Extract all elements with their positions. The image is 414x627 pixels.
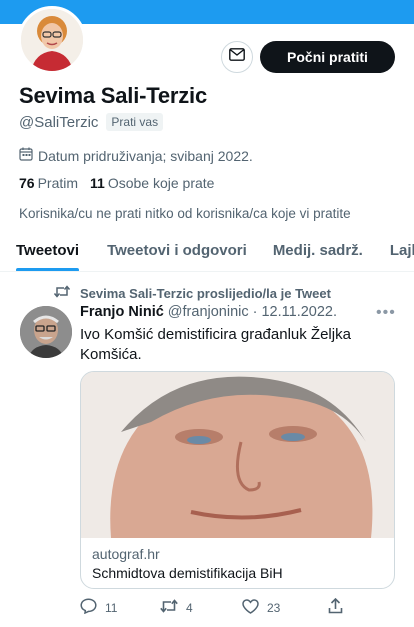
profile-tabs: Tweetovi Tweetovi i odgovori Medij. sadr… [0, 232, 414, 272]
like-count: 23 [267, 600, 281, 615]
mail-icon [229, 48, 245, 66]
more-icon[interactable]: ••• [376, 304, 396, 322]
no-mutual-followers: Korisnika/cu ne prati nitko od korisnika… [19, 206, 351, 221]
link-card-title: Schmidtova demistifikacija BiH [92, 565, 283, 581]
followers-link[interactable]: 11 Osobe koje prate [90, 175, 214, 191]
follow-button[interactable]: Počni pratiti [260, 41, 395, 73]
followers-label: Osobe koje prate [107, 175, 215, 191]
tweet-header: Franjo Ninić @franjoninic · 12.11.2022. [80, 304, 337, 320]
message-button[interactable] [221, 41, 253, 73]
joined-text: Datum pridruživanja; svibanj 2022. [38, 147, 253, 164]
tab-media[interactable]: Medij. sadrž. [273, 232, 363, 271]
reply-count: 11 [105, 600, 118, 615]
retweet-icon [160, 599, 178, 616]
profile-avatar[interactable] [18, 6, 86, 74]
follows-you-badge: Prati vas [106, 113, 164, 131]
profile-handle: @SaliTerzic [19, 113, 99, 131]
share-icon [328, 597, 343, 617]
link-card-image [81, 372, 394, 538]
following-count: 76 [19, 175, 35, 191]
link-card[interactable]: autograf.hr Schmidtova demistifikacija B… [80, 371, 395, 589]
followers-count: 11 [90, 175, 105, 191]
retweet-icon [53, 285, 71, 301]
following-link[interactable]: 76 Pratim [19, 175, 78, 191]
like-icon [242, 598, 259, 617]
tweet-actions: 11 4 23 [80, 597, 350, 617]
tab-tweets-replies[interactable]: Tweetovi i odgovori [107, 232, 247, 271]
follow-stats: 76 Pratim 11 Osobe koje prate [19, 175, 214, 191]
reply-button[interactable]: 11 [80, 598, 160, 617]
profile-name: Sevima Sali-Terzic [19, 83, 207, 108]
like-button[interactable]: 23 [242, 598, 328, 617]
tweet-text: Ivo Komšić demistificira građanluk Željk… [80, 326, 351, 363]
retweet-context-text: Sevima Sali-Terzic proslijedio/la je Twe… [80, 285, 331, 301]
following-label: Pratim [37, 175, 79, 191]
retweet-count: 4 [186, 600, 193, 615]
reply-icon [80, 598, 97, 617]
tweet-author-avatar[interactable] [20, 306, 72, 358]
calendar-icon [19, 147, 33, 164]
tweet-author-name[interactable]: Franjo Ninić [80, 304, 164, 320]
retweet-context[interactable]: Sevima Sali-Terzic proslijedio/la je Twe… [53, 285, 331, 301]
handle-row: @SaliTerzic Prati vas [19, 113, 164, 131]
link-card-domain: autograf.hr [92, 546, 160, 562]
tab-tweets[interactable]: Tweetovi [16, 232, 80, 271]
joined-date: Datum pridruživanja; svibanj 2022. [19, 147, 253, 164]
share-button[interactable] [328, 597, 343, 617]
tab-likes[interactable]: Lajkovi [390, 232, 414, 271]
tweet-handle-date[interactable]: @franjoninic · 12.11.2022. [168, 304, 337, 320]
retweet-button[interactable]: 4 [160, 599, 242, 616]
